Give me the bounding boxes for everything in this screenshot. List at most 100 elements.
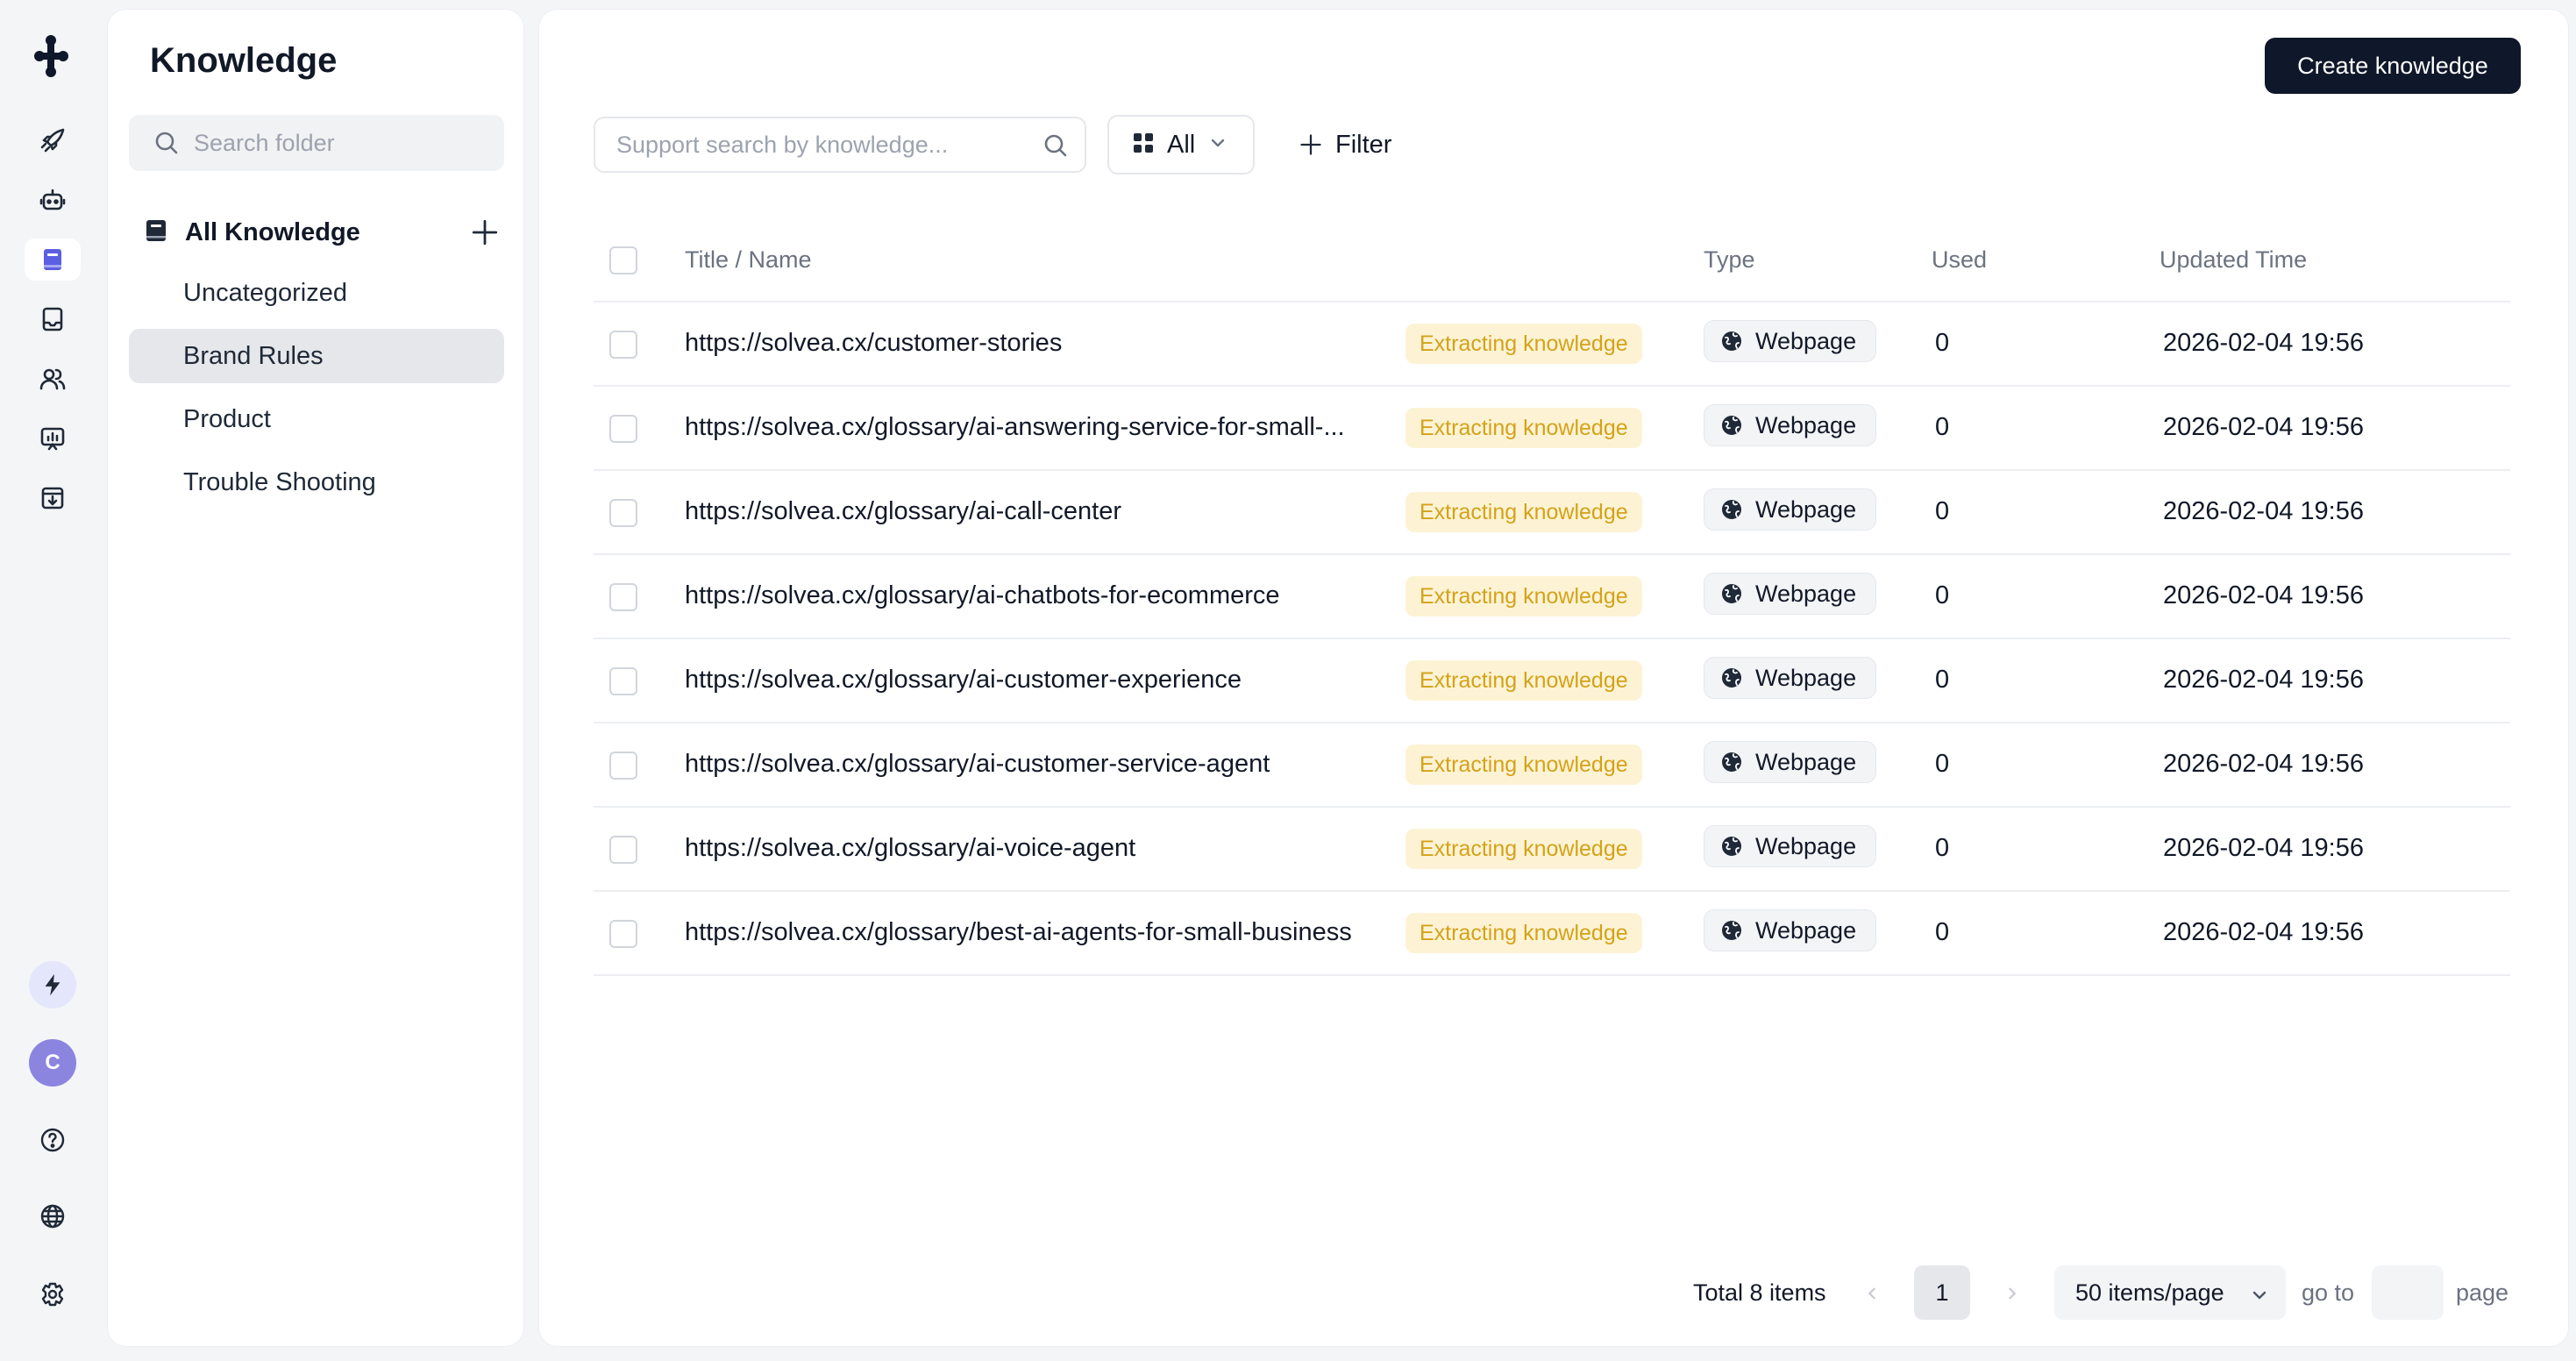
table-row[interactable]: https://solvea.cx/glossary/best-ai-agent… [594, 892, 2510, 976]
type-badge: Webpage [1704, 573, 1877, 615]
avatar-initial: C [45, 1051, 60, 1074]
row-used-count: 0 [1935, 834, 1950, 862]
rail-item-knowledge[interactable] [25, 239, 81, 281]
type-select[interactable]: All [1107, 115, 1255, 175]
plus-icon [1300, 134, 1321, 155]
folder-item-product[interactable]: Product [129, 392, 504, 446]
row-title[interactable]: https://solvea.cx/glossary/ai-customer-e… [685, 666, 1386, 695]
header-type[interactable]: Type [1704, 246, 1755, 274]
rail-item-users[interactable] [25, 358, 81, 400]
help-icon [40, 1128, 65, 1152]
help-button[interactable] [35, 1122, 70, 1158]
rail-item-agents[interactable] [25, 179, 81, 221]
knowledge-search[interactable] [594, 117, 1086, 173]
globe-icon [40, 1204, 65, 1229]
chevron-down-icon [1209, 134, 1227, 156]
row-checkbox[interactable] [609, 920, 637, 948]
row-used-count: 0 [1935, 581, 1950, 609]
page-number-current[interactable]: 1 [1914, 1265, 1970, 1320]
rail-item-inbox[interactable] [25, 298, 81, 340]
rail-item-launch[interactable] [25, 119, 81, 161]
folder-item-label: Product [183, 404, 271, 433]
row-updated-time: 2026-02-04 19:56 [2163, 666, 2364, 694]
folder-search-input[interactable] [194, 129, 492, 157]
table-row[interactable]: https://solvea.cx/glossary/ai-customer-e… [594, 639, 2510, 723]
status-badge: Extracting knowledge [1405, 408, 1642, 448]
pagination: Total 8 items 1 50 items/page go to page [539, 1265, 2570, 1323]
next-page-button[interactable] [1995, 1276, 2030, 1311]
row-checkbox[interactable] [609, 752, 637, 780]
row-checkbox[interactable] [609, 499, 637, 527]
globe-icon [1722, 752, 1741, 772]
create-knowledge-button[interactable]: Create knowledge [2265, 38, 2521, 94]
upgrade-button[interactable] [29, 961, 76, 1008]
status-badge: Extracting knowledge [1405, 745, 1642, 785]
rocket-icon [40, 128, 65, 153]
status-badge: Extracting knowledge [1405, 324, 1642, 364]
search-icon[interactable] [1042, 132, 1069, 159]
goto-page-input[interactable] [2372, 1265, 2444, 1320]
table-body: https://solvea.cx/customer-stories Extrac… [594, 303, 2510, 976]
folder-item-trouble-shooting[interactable]: Trouble Shooting [129, 455, 504, 509]
status-badge: Extracting knowledge [1405, 660, 1642, 701]
book-icon [143, 217, 169, 248]
type-select-value: All [1167, 130, 1196, 159]
row-checkbox[interactable] [609, 415, 637, 443]
type-badge: Webpage [1704, 657, 1877, 699]
folder-search[interactable] [129, 115, 504, 171]
row-title[interactable]: https://solvea.cx/glossary/best-ai-agent… [685, 918, 1386, 947]
filter-button[interactable]: Filter [1299, 127, 1391, 162]
row-checkbox[interactable] [609, 583, 637, 611]
folder-panel: Knowledge All Knowledge Uncategorized Br… [107, 9, 524, 1347]
users-icon [39, 368, 66, 390]
folder-item-label: Brand Rules [183, 341, 324, 370]
table-row[interactable]: https://solvea.cx/glossary/ai-voice-agen… [594, 808, 2510, 892]
header-used[interactable]: Used [1932, 246, 1987, 274]
knowledge-search-input[interactable] [616, 131, 1037, 159]
rail-item-import[interactable] [25, 477, 81, 519]
row-title[interactable]: https://solvea.cx/glossary/ai-customer-s… [685, 750, 1386, 779]
plus-icon [472, 219, 498, 246]
settings-button[interactable] [35, 1277, 70, 1312]
row-used-count: 0 [1935, 750, 1950, 778]
inbox-icon [42, 307, 63, 331]
folder-item-uncategorized[interactable]: Uncategorized [129, 266, 504, 320]
add-folder-button[interactable] [467, 215, 502, 250]
row-checkbox[interactable] [609, 836, 637, 864]
type-label: Webpage [1755, 916, 1857, 944]
download-box-icon [41, 487, 64, 509]
globe-icon [1722, 921, 1741, 940]
select-all-checkbox[interactable] [609, 246, 637, 274]
gear-icon [41, 1282, 64, 1307]
header-updated-time[interactable]: Updated Time [2160, 246, 2307, 274]
row-title[interactable]: https://solvea.cx/glossary/ai-call-cente… [685, 497, 1386, 526]
type-label: Webpage [1755, 832, 1857, 859]
row-title[interactable]: https://solvea.cx/glossary/ai-answering-… [685, 413, 1386, 442]
prev-page-button[interactable] [1854, 1276, 1889, 1311]
row-updated-time: 2026-02-04 19:56 [2163, 497, 2364, 525]
table-row[interactable]: https://solvea.cx/glossary/ai-call-cente… [594, 471, 2510, 555]
table-row[interactable]: https://solvea.cx/glossary/ai-customer-s… [594, 723, 2510, 808]
items-per-page-select[interactable]: 50 items/page [2054, 1265, 2286, 1320]
goto-label: go to [2302, 1279, 2355, 1306]
globe-icon [1722, 416, 1741, 435]
folder-root-all-knowledge[interactable]: All Knowledge [143, 211, 511, 253]
table-row[interactable]: https://solvea.cx/customer-stories Extrac… [594, 303, 2510, 387]
table-row[interactable]: https://solvea.cx/glossary/ai-answering-… [594, 387, 2510, 471]
table-row[interactable]: https://solvea.cx/glossary/ai-chatbots-f… [594, 555, 2510, 639]
rail-item-analytics[interactable] [25, 417, 81, 460]
header-title[interactable]: Title / Name [685, 246, 812, 274]
row-checkbox[interactable] [609, 331, 637, 359]
row-title[interactable]: https://solvea.cx/glossary/ai-voice-agen… [685, 834, 1386, 863]
app-logo-icon[interactable] [32, 33, 74, 79]
type-badge: Webpage [1704, 825, 1877, 867]
row-checkbox[interactable] [609, 667, 637, 695]
row-updated-time: 2026-02-04 19:56 [2163, 750, 2364, 778]
language-button[interactable] [35, 1199, 70, 1234]
row-title[interactable]: https://solvea.cx/glossary/ai-chatbots-f… [685, 581, 1386, 610]
folder-item-brand-rules[interactable]: Brand Rules [129, 329, 504, 383]
user-avatar[interactable]: C [29, 1039, 76, 1087]
row-title[interactable]: https://solvea.cx/customer-stories [685, 329, 1386, 358]
table-header: Title / Name Type Used Updated Time [594, 218, 2510, 303]
items-per-page-value: 50 items/page [2075, 1279, 2224, 1306]
